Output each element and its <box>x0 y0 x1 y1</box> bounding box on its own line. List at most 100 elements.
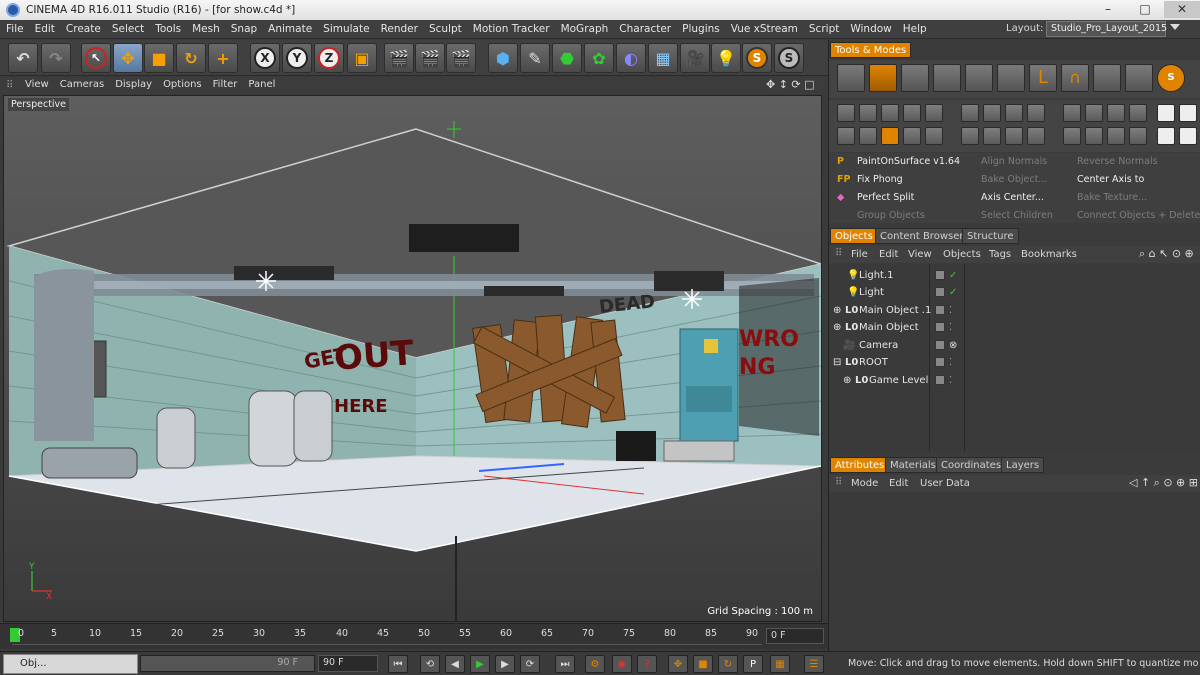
object-row[interactable]: 💡 Light ✓ <box>829 284 1200 301</box>
tab-objects[interactable]: Objects <box>830 228 878 244</box>
object-name[interactable]: Game Level <box>869 372 928 389</box>
camera-button[interactable]: 🎥 <box>680 43 710 73</box>
tool-icon[interactable] <box>1107 104 1125 122</box>
tab-layers[interactable]: Layers <box>1001 457 1045 473</box>
maximize-button[interactable]: □ <box>1127 1 1163 18</box>
end-frame-field[interactable]: 90 F <box>318 655 378 672</box>
key-pos-button[interactable]: ✥ <box>668 655 688 673</box>
visibility-toggle[interactable] <box>935 305 945 315</box>
object-row[interactable]: ⊕ L0 Main Object .1 ⁚ <box>829 302 1200 319</box>
obj-tab-strip[interactable]: Obj... <box>3 654 138 674</box>
tool-icon[interactable] <box>837 104 855 122</box>
move-tool-button[interactable]: ✥ <box>113 43 143 73</box>
object-row[interactable]: ⊕ L0 Game Level ⁚ <box>829 372 1200 389</box>
tool-icon[interactable] <box>1157 127 1175 145</box>
tool-icon[interactable] <box>903 127 921 145</box>
expand-icon[interactable]: ⊟ <box>833 354 841 371</box>
plugin-center-axis[interactable]: Center Axis to <box>1077 171 1144 188</box>
tool-icon[interactable] <box>1107 127 1125 145</box>
tool-icon[interactable] <box>1157 104 1175 122</box>
goto-start-button[interactable]: ⏮ <box>388 655 408 673</box>
object-name[interactable]: Light.1 <box>859 267 894 284</box>
enabled-dot-icon[interactable]: ⁚ <box>949 302 952 319</box>
object-row[interactable]: 💡 Light.1 ✓ <box>829 267 1200 284</box>
texture-mode-icon[interactable] <box>901 64 929 92</box>
floor-button[interactable]: ▦ <box>648 43 678 73</box>
tab-tools-modes[interactable]: Tools & Modes <box>830 42 912 58</box>
menu-file[interactable]: File <box>0 20 29 35</box>
objects-menu-tags[interactable]: Tags <box>989 249 1011 260</box>
object-name[interactable]: Light <box>859 284 884 301</box>
x-axis-button[interactable]: X <box>250 43 280 73</box>
key-rot-button[interactable]: ↻ <box>718 655 738 673</box>
menu-window[interactable]: Window <box>844 20 896 35</box>
tool-icon[interactable] <box>1063 127 1081 145</box>
polygons-mode-icon[interactable]: L <box>1029 64 1057 92</box>
obj-tab[interactable]: Obj... <box>20 658 47 669</box>
cube-primitive-button[interactable]: ⬢ <box>488 43 518 73</box>
timeline[interactable]: 0 5 10 15 20 25 30 35 40 45 50 55 60 65 … <box>0 623 828 649</box>
menu-sculpt[interactable]: Sculpt <box>423 20 467 35</box>
viewport-menu-options[interactable]: Options <box>163 79 202 90</box>
tool-icon[interactable] <box>859 104 877 122</box>
plugin-bake-texture[interactable]: Bake Texture... <box>1077 189 1147 206</box>
viewport-nav-icons[interactable]: ✥ ↕ ⟳ □ <box>766 78 815 91</box>
visibility-toggle[interactable] <box>935 287 945 297</box>
layout-select[interactable]: Studio_Pro_Layout_2015 <box>1046 21 1167 37</box>
menu-character[interactable]: Character <box>613 20 676 35</box>
tab-structure[interactable]: Structure <box>962 228 1019 244</box>
next-frame-button[interactable]: ▶ <box>495 655 515 673</box>
enabled-dot-icon[interactable]: ⁚ <box>949 372 952 389</box>
menu-mograph[interactable]: MoGraph <box>555 20 614 35</box>
plugin-group-objects[interactable]: Group Objects <box>857 207 925 224</box>
object-name[interactable]: ROOT <box>859 354 888 371</box>
menu-script[interactable]: Script <box>803 20 844 35</box>
menu-tools[interactable]: Tools <box>149 20 186 35</box>
timeline-menu-button[interactable]: ☰ <box>804 655 824 673</box>
plugin-reverse-normals[interactable]: Reverse Normals <box>1077 153 1158 170</box>
plugin-perfect-split[interactable]: Perfect Split <box>857 189 914 206</box>
light-button[interactable]: 💡 <box>711 43 741 73</box>
tool-icon[interactable] <box>925 104 943 122</box>
viewport[interactable]: Y X GET OUT HERE DEAD WRONG Perspective … <box>3 95 822 622</box>
model-mode-icon[interactable] <box>869 64 897 92</box>
tool-icon[interactable] <box>1063 104 1081 122</box>
prev-key-button[interactable]: ⟲ <box>420 655 440 673</box>
plugin-connect-objects[interactable]: Connect Objects + Delete <box>1077 207 1200 224</box>
snap-s-button[interactable]: S <box>742 43 772 73</box>
plugin-paintonsurface[interactable]: PaintOnSurface v1.64 <box>857 153 960 170</box>
plugin-align-normals[interactable]: Align Normals <box>981 153 1047 170</box>
objects-nav-icons[interactable]: ⌕ ⌂ ↖ ⊙ ⊕ <box>1139 247 1194 261</box>
tool-icon[interactable] <box>1085 127 1103 145</box>
close-button[interactable]: ✕ <box>1164 1 1200 18</box>
current-frame-field[interactable]: 0 F <box>766 628 824 644</box>
tool-icon[interactable] <box>1027 127 1045 145</box>
tool-icon[interactable] <box>961 104 979 122</box>
viewport-menu-cameras[interactable]: Cameras <box>60 79 104 90</box>
viewport-menu-panel[interactable]: Panel <box>248 79 275 90</box>
expand-icon[interactable]: ⊕ <box>833 319 841 336</box>
coordinate-system-button[interactable]: ▣ <box>347 43 377 73</box>
scale-tool-button[interactable]: ■ <box>144 43 174 73</box>
object-name[interactable]: Camera <box>859 337 898 354</box>
deformer-button[interactable]: ◐ <box>616 43 646 73</box>
menu-render[interactable]: Render <box>375 20 423 35</box>
enabled-check-icon[interactable]: ✓ <box>949 284 957 301</box>
expand-icon[interactable]: ⊕ <box>843 372 851 389</box>
subdivision-button[interactable]: ⬣ <box>552 43 582 73</box>
menu-select[interactable]: Select <box>106 20 149 35</box>
tool-icon[interactable] <box>1129 127 1147 145</box>
tool-icon[interactable] <box>1005 104 1023 122</box>
expand-icon[interactable]: ⊕ <box>833 302 841 319</box>
record-button[interactable]: ◉ <box>612 655 632 673</box>
viewport-menu-display[interactable]: Display <box>115 79 152 90</box>
tool-icon[interactable] <box>961 127 979 145</box>
workplane-lock-icon[interactable] <box>1093 64 1121 92</box>
tool-icon[interactable] <box>837 127 855 145</box>
spline-pen-button[interactable]: ✎ <box>520 43 550 73</box>
menu-help[interactable]: Help <box>897 20 932 35</box>
objects-menu-file[interactable]: File <box>851 249 868 260</box>
tab-attributes[interactable]: Attributes <box>830 457 890 473</box>
rotate-tool-button[interactable]: ↻ <box>176 43 206 73</box>
menu-vue-xstream[interactable]: Vue xStream <box>725 20 803 35</box>
